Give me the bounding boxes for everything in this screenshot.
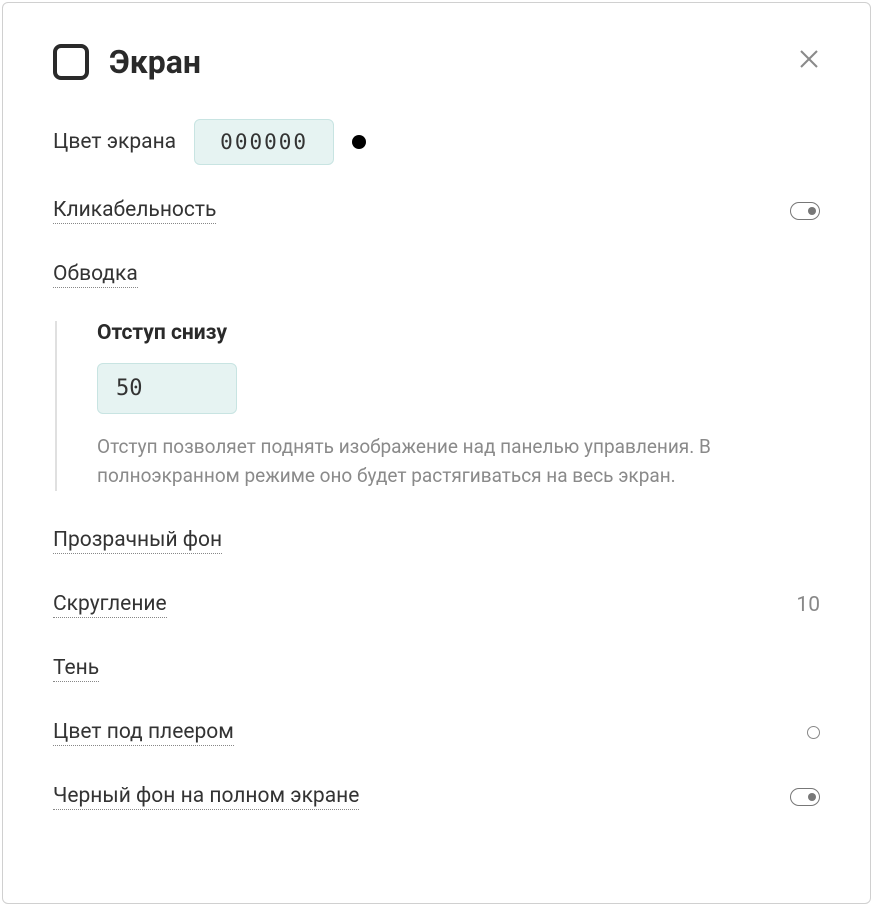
rounding-row: Скругление 10	[53, 587, 820, 623]
bottom-padding-title: Отступ снизу	[97, 321, 820, 345]
clickability-label[interactable]: Кликабельность	[53, 198, 216, 224]
fullscreen-black-bg-row: Черный фон на полном экране	[53, 779, 820, 815]
screen-settings-panel: Экран Цвет экрана Кликабельность Обводка…	[2, 2, 871, 904]
screen-icon	[53, 44, 89, 80]
under-player-color-label[interactable]: Цвет под плеером	[53, 720, 234, 746]
bottom-padding-block: Отступ снизу Отступ позволяет поднять из…	[55, 321, 820, 491]
rounding-value: 10	[796, 593, 820, 617]
screen-color-swatch[interactable]	[352, 135, 366, 149]
shadow-label[interactable]: Тень	[53, 656, 99, 682]
shadow-row: Тень	[53, 651, 820, 687]
close-button[interactable]	[798, 48, 820, 70]
under-player-color-row: Цвет под плеером	[53, 715, 820, 751]
rounding-label[interactable]: Скругление	[53, 592, 167, 618]
panel-header: Экран	[53, 43, 820, 81]
clickability-row: Кликабельность	[53, 193, 820, 229]
transparent-bg-label[interactable]: Прозрачный фон	[53, 528, 222, 554]
screen-color-row: Цвет экрана	[53, 119, 820, 165]
bottom-padding-hint: Отступ позволяет поднять изображение над…	[97, 432, 777, 491]
panel-title: Экран	[109, 43, 201, 81]
clickability-toggle[interactable]	[790, 202, 820, 220]
bottom-padding-input[interactable]	[97, 363, 237, 414]
transparent-bg-row: Прозрачный фон	[53, 523, 820, 559]
screen-color-input[interactable]	[194, 119, 334, 165]
fullscreen-black-bg-toggle[interactable]	[790, 788, 820, 806]
close-icon	[798, 48, 820, 70]
under-player-color-swatch[interactable]	[807, 726, 820, 739]
screen-color-label: Цвет экрана	[53, 130, 176, 154]
outline-label[interactable]: Обводка	[53, 262, 138, 288]
outline-row: Обводка	[53, 257, 820, 293]
fullscreen-black-bg-label[interactable]: Черный фон на полном экране	[53, 784, 359, 810]
